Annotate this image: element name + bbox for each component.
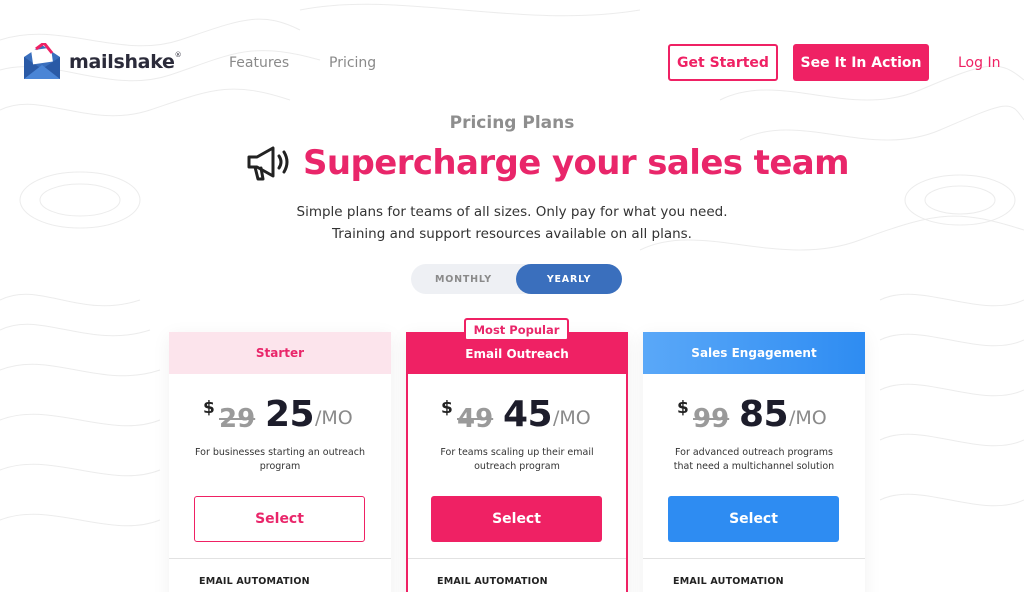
old-price: 99 — [693, 404, 730, 434]
feature-heading: EMAIL AUTOMATION — [199, 576, 310, 587]
nav-features[interactable]: Features — [229, 55, 289, 71]
current-price: 25 — [265, 394, 315, 435]
select-email-outreach-button[interactable]: Select — [431, 496, 602, 542]
feature-heading: EMAIL AUTOMATION — [437, 576, 548, 587]
current-price: 85 — [739, 394, 789, 435]
currency-symbol: $ — [441, 398, 453, 418]
feature-heading: EMAIL AUTOMATION — [673, 576, 784, 587]
old-price: 49 — [457, 404, 494, 434]
toggle-yearly[interactable]: YEARLY — [516, 264, 622, 294]
pricing-plans-eyebrow: Pricing Plans — [449, 113, 575, 133]
toggle-monthly[interactable]: MONTHLY — [411, 264, 516, 294]
current-price: 45 — [503, 394, 553, 435]
megaphone-icon — [247, 146, 289, 181]
nav-pricing[interactable]: Pricing — [329, 55, 376, 71]
price-period: /MO — [315, 407, 353, 429]
price-row: $ 29 25 /MO — [169, 394, 391, 446]
brand-logo[interactable]: mailshake® — [22, 43, 182, 81]
plan-description: For teams scaling up their email outreac… — [440, 447, 594, 472]
hero-heading: Supercharge your sales team — [245, 140, 850, 186]
most-popular-badge: Most Popular — [464, 318, 569, 341]
get-started-button[interactable]: Get Started — [668, 44, 778, 81]
card-divider — [169, 558, 391, 559]
hero-subtitle-line2: Training and support resources available… — [332, 226, 692, 242]
mailshake-logo-icon — [24, 43, 60, 79]
brand-name: mailshake® — [69, 51, 182, 73]
site-header: mailshake® Features Pricing Get Started … — [0, 0, 1024, 125]
plan-description: For businesses starting an outreach prog… — [195, 447, 365, 472]
currency-symbol: $ — [677, 398, 689, 418]
plan-name: Starter — [169, 332, 391, 374]
old-price: 29 — [219, 404, 256, 434]
hero-title: Supercharge your sales team — [303, 143, 850, 183]
card-divider — [643, 558, 865, 559]
price-row: $ 99 85 /MO — [643, 394, 865, 446]
price-period: /MO — [553, 407, 591, 429]
billing-toggle[interactable]: MONTHLY YEARLY — [411, 264, 622, 294]
see-it-in-action-button[interactable]: See It In Action — [793, 44, 929, 81]
hero-subtitle-line1: Simple plans for teams of all sizes. Onl… — [296, 204, 728, 220]
plan-description: For advanced outreach programs that need… — [673, 447, 835, 472]
price-period: /MO — [789, 407, 827, 429]
plan-name: Sales Engagement — [643, 332, 865, 374]
card-divider — [408, 558, 626, 559]
plan-card-sales-engagement: Sales Engagement $ 99 85 /MO For advance… — [643, 332, 865, 592]
select-starter-button[interactable]: Select — [194, 496, 365, 542]
currency-symbol: $ — [203, 398, 215, 418]
plan-card-email-outreach: Email Outreach $ 49 45 /MO For teams sca… — [406, 332, 628, 592]
plan-card-starter: Starter $ 29 25 /MO For businesses start… — [169, 332, 391, 592]
login-link[interactable]: Log In — [958, 55, 1000, 71]
price-row: $ 49 45 /MO — [408, 394, 626, 446]
select-sales-engagement-button[interactable]: Select — [668, 496, 839, 542]
